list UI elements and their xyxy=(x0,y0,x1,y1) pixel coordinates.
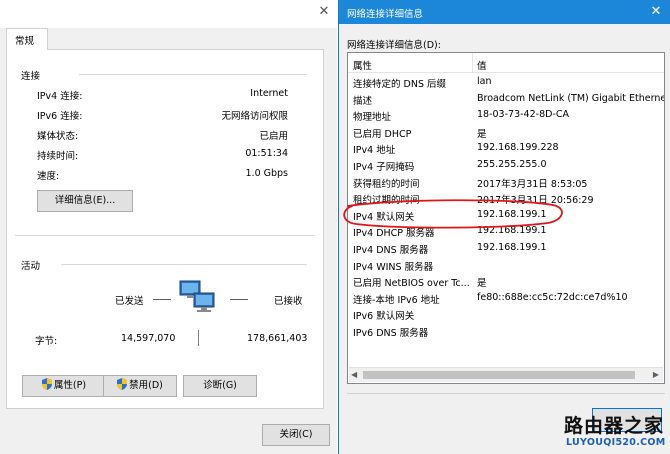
details-button[interactable]: 详细信息(E)... xyxy=(37,190,133,212)
list-item-value: 192.168.199.228 xyxy=(477,142,559,154)
scrollbar-thumb[interactable] xyxy=(363,371,635,379)
list-item[interactable]: IPv6 默认网关 xyxy=(348,306,664,323)
general-tab-panel: 连接 IPv4 连接: Internet IPv6 连接: 无网络访问权限 媒体… xyxy=(6,49,324,409)
list-item[interactable]: IPv6 DNS 服务器 xyxy=(348,323,664,340)
list-item[interactable]: 描述 Broadcom NetLink (TM) Gigabit Etherne xyxy=(348,91,665,108)
status-window: ✕ 常规 连接 IPv4 连接: Internet IPv6 连接: 无网络访问… xyxy=(0,0,337,454)
list-item[interactable]: IPv4 WINS 服务器 xyxy=(348,257,664,274)
close-icon[interactable]: ✕ xyxy=(647,4,665,20)
received-line xyxy=(230,299,248,300)
shield-icon xyxy=(117,378,128,390)
diagnose-button[interactable]: 诊断(G) xyxy=(183,375,257,397)
bytes-divider xyxy=(198,330,199,346)
sent-line xyxy=(153,299,171,300)
list-item-property: IPv4 WINS 服务器 xyxy=(353,261,434,273)
list-item-property: IPv6 DNS 服务器 xyxy=(353,328,429,339)
scroll-left-icon[interactable]: ◀ xyxy=(351,370,357,379)
list-item-value: Broadcom NetLink (TM) Gigabit Etherne xyxy=(477,92,665,104)
list-item[interactable]: 获得租约的时间 2017年3月31日 8:53:05 xyxy=(348,174,664,191)
list-item-value: 192.168.199.1 xyxy=(477,242,547,253)
ipv6-connectivity-value: 无网络访问权限 xyxy=(221,111,288,122)
section-divider xyxy=(347,393,665,394)
list-item-value: 是 xyxy=(477,278,487,290)
shield-icon xyxy=(41,378,52,390)
list-item-value: 18-03-73-42-8D-CA xyxy=(477,109,569,121)
bytes-sent-value: 14,597,070 xyxy=(121,333,176,344)
list-item-property: 获得租约的时间 xyxy=(353,178,420,190)
status-window-titlebar: ✕ xyxy=(0,0,337,28)
speed-label: 速度: xyxy=(37,171,60,182)
bytes-received-value: 178,661,403 xyxy=(247,333,308,344)
list-item[interactable]: 已启用 NetBIOS over Tc... 是 xyxy=(348,273,664,290)
media-state-label: 媒体状态: xyxy=(37,131,79,142)
list-item[interactable]: 物理地址 18-03-73-42-8D-CA xyxy=(348,107,664,124)
list-item[interactable]: IPv4 地址 192.168.199.228 xyxy=(348,140,664,157)
list-item-value: lan xyxy=(477,76,492,87)
ipv4-connectivity-label: IPv4 连接: xyxy=(37,91,83,102)
activity-section-title: 活动 xyxy=(21,261,41,272)
column-separator[interactable] xyxy=(472,53,473,73)
list-item-property: 连接特定的 DNS 后缀 xyxy=(353,79,446,90)
media-state-value: 已启用 xyxy=(259,131,288,142)
disable-button-label: 禁用(D) xyxy=(129,380,163,391)
close-icon[interactable]: ✕ xyxy=(314,2,334,22)
list-item-property: 物理地址 xyxy=(353,112,392,124)
list-item[interactable]: IPv4 子网掩码 255.255.255.0 xyxy=(348,157,664,174)
details-window-title: 网络连接详细信息 xyxy=(347,9,424,20)
section-divider xyxy=(15,235,315,236)
list-item[interactable]: 连接特定的 DNS 后缀 lan xyxy=(348,74,664,91)
list-item-property: IPv4 地址 xyxy=(353,145,396,157)
properties-button[interactable]: 属性(P) xyxy=(22,375,106,397)
list-item-property: 已启用 NetBIOS over Tc... xyxy=(353,278,470,290)
details-window-titlebar: 网络连接详细信息 ✕ xyxy=(339,0,670,24)
list-item-property: IPv6 默认网关 xyxy=(353,311,415,323)
list-item-property: 连接-本地 IPv6 地址 xyxy=(353,294,440,306)
ipv6-connectivity-label: IPv6 连接: xyxy=(37,111,83,122)
sent-label: 已发送 xyxy=(115,296,144,307)
close-button[interactable]: 关闭(C) xyxy=(262,424,330,446)
list-item-property: 已启用 DHCP xyxy=(353,128,412,140)
connection-section-title: 连接 xyxy=(21,71,41,82)
section-divider xyxy=(79,74,307,75)
column-header-property[interactable]: 属性 xyxy=(353,58,372,72)
ipv4-connectivity-value: Internet xyxy=(250,88,288,99)
disable-button[interactable]: 禁用(D) xyxy=(103,375,177,397)
list-item-property: IPv4 子网掩码 xyxy=(353,162,415,173)
list-item-value: 255.255.255.0 xyxy=(477,159,547,170)
horizontal-scrollbar[interactable]: ◀ ▶ xyxy=(349,367,663,382)
list-item[interactable]: 已启用 DHCP 是 xyxy=(348,124,664,141)
list-item[interactable]: 连接-本地 IPv6 地址 fe80::688e:cc5c:72dc:ce7d%1… xyxy=(348,290,664,307)
section-divider xyxy=(61,264,307,265)
bytes-label: 字节: xyxy=(35,336,58,347)
list-item-value: 2017年3月31日 8:53:05 xyxy=(477,178,588,190)
list-item[interactable]: IPv4 DNS 服务器 192.168.199.1 xyxy=(348,240,664,257)
watermark-url: LUYOUQI520.COM xyxy=(566,437,666,448)
properties-button-label: 属性(P) xyxy=(53,380,87,391)
details-list-label: 网络连接详细信息(D): xyxy=(347,40,441,51)
details-list-header: 属性 值 xyxy=(348,53,664,73)
duration-value: 01:51:34 xyxy=(245,148,288,159)
highlight-ellipse xyxy=(343,199,563,229)
list-item-value: fe80::688e:cc5c:72dc:ce7d%10 xyxy=(477,291,628,303)
network-activity-icon xyxy=(179,280,215,312)
duration-label: 持续时间: xyxy=(37,151,79,162)
tab-general[interactable]: 常规 xyxy=(6,28,48,50)
scroll-right-icon[interactable]: ▶ xyxy=(653,370,659,379)
column-header-value[interactable]: 值 xyxy=(477,58,487,72)
received-label: 已接收 xyxy=(274,296,303,307)
list-item-property: IPv4 DNS 服务器 xyxy=(353,245,429,256)
speed-value: 1.0 Gbps xyxy=(245,168,289,179)
watermark-title: 路由器之家 xyxy=(564,415,665,437)
list-item-property: 描述 xyxy=(353,95,373,107)
list-item-value: 是 xyxy=(477,128,487,140)
